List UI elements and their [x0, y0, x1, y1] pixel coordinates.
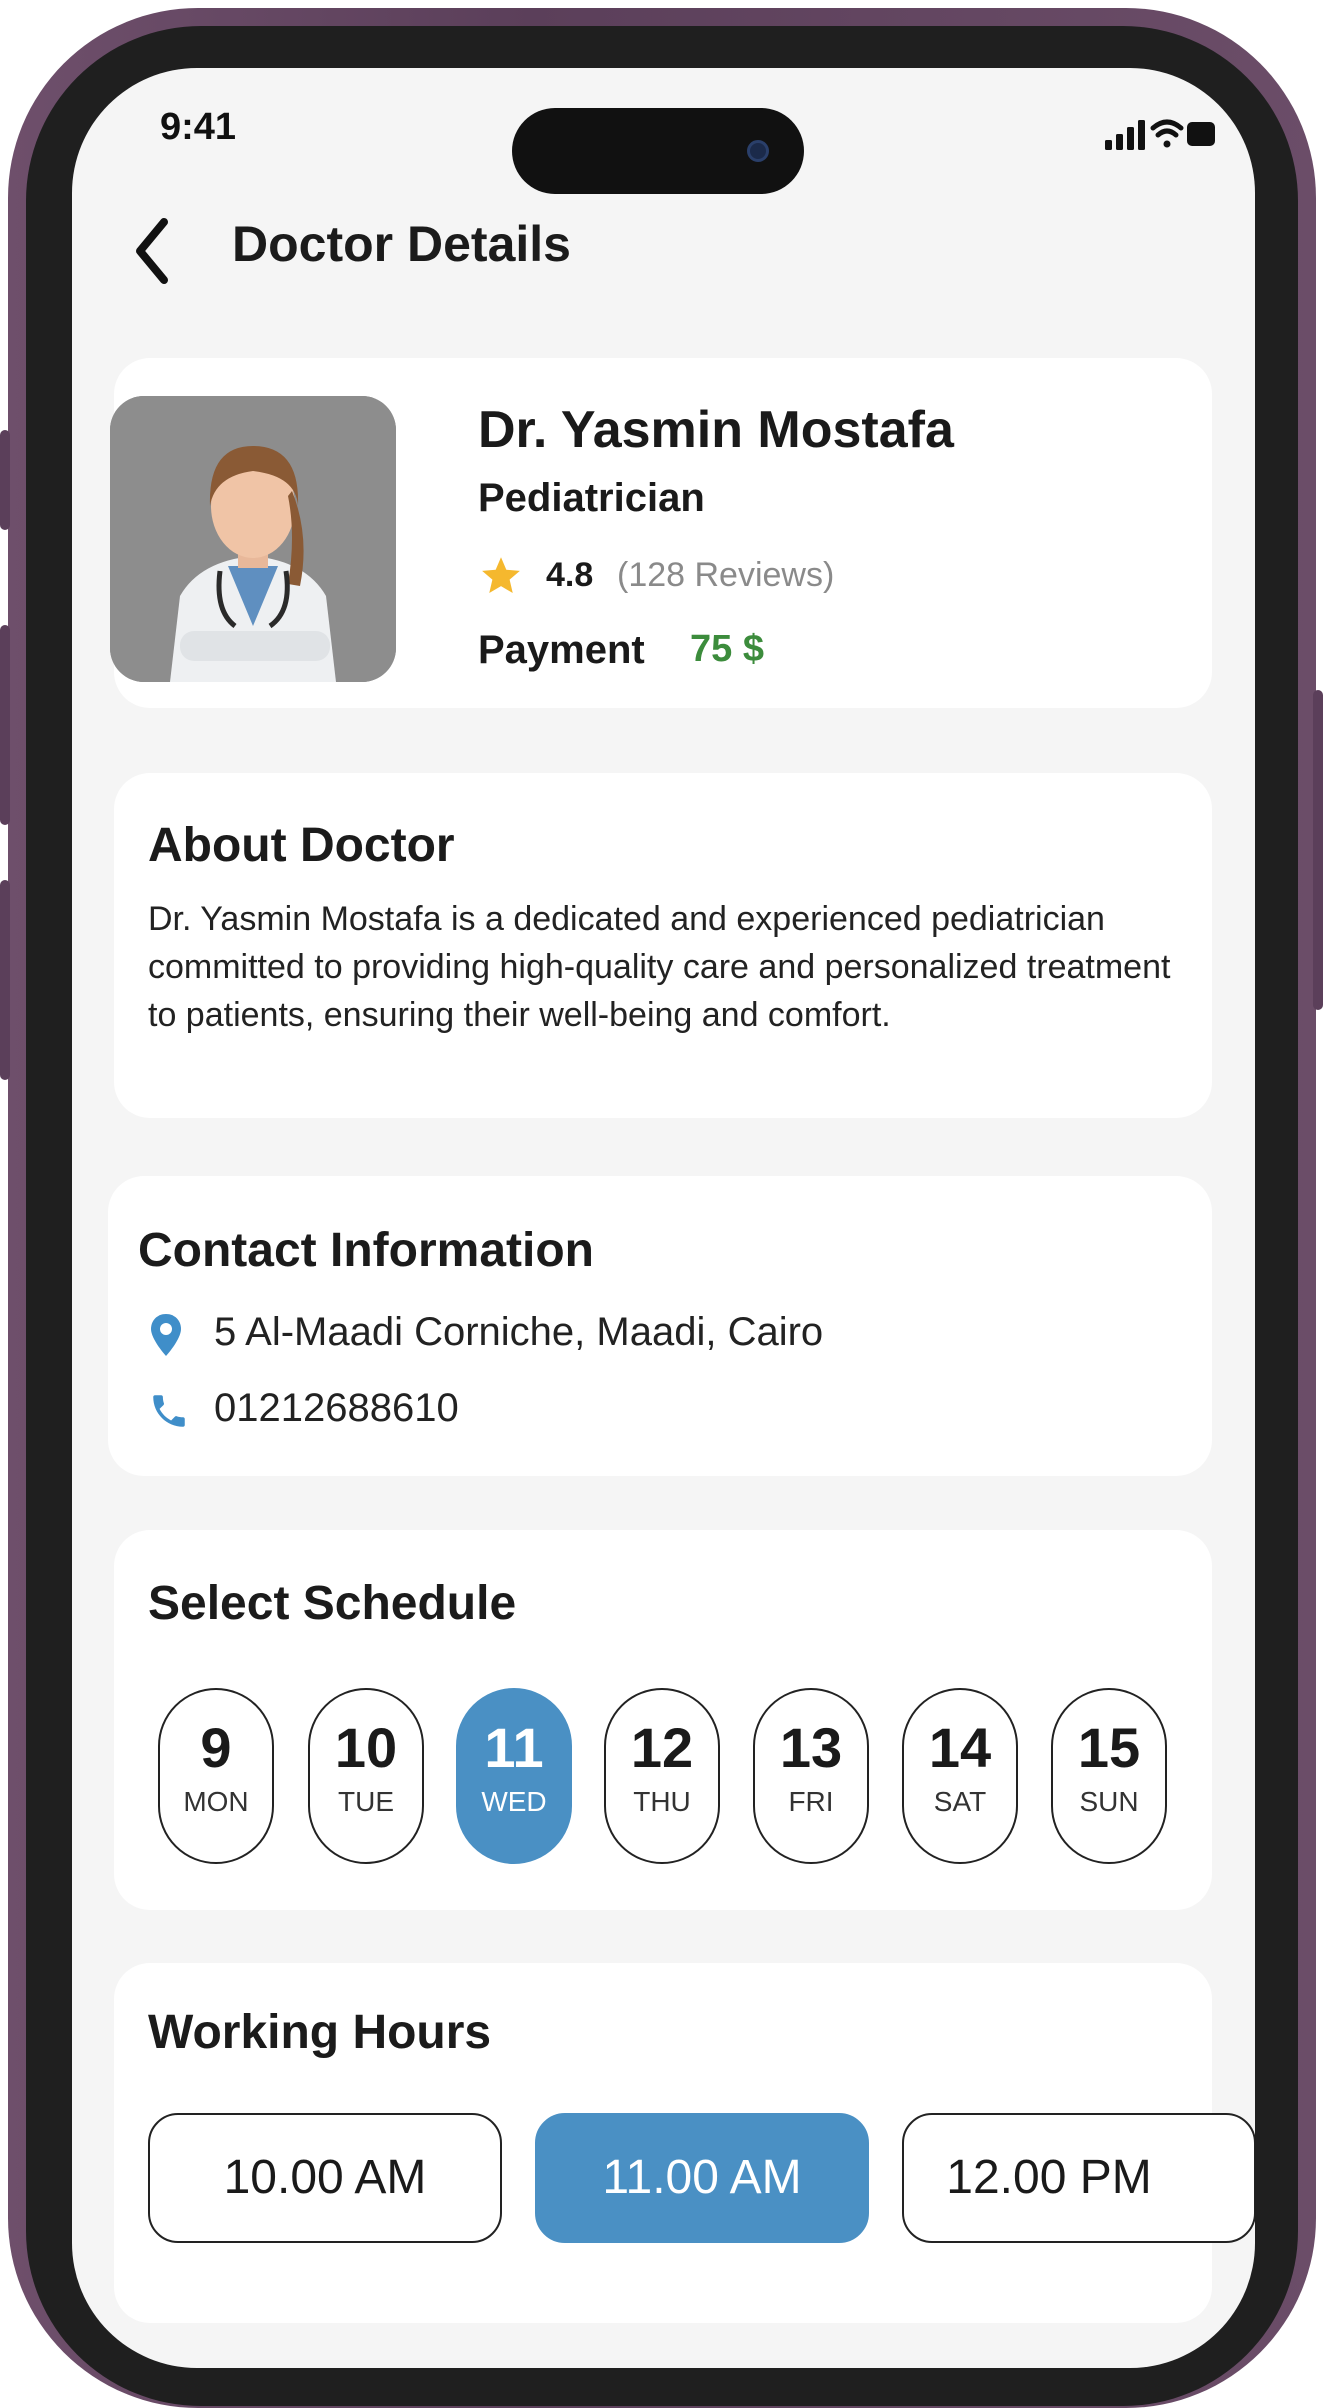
signal-icon — [1105, 120, 1145, 150]
day-pill[interactable]: 13 FRI — [753, 1688, 869, 1864]
contact-title: Contact Information — [138, 1224, 594, 1277]
status-icons — [1105, 119, 1215, 150]
day-number: 15 — [1077, 1716, 1141, 1779]
location-pin-icon — [151, 1314, 181, 1356]
chevron-left-icon[interactable] — [132, 216, 172, 286]
doctor-name: Dr. Yasmin Mostafa — [478, 401, 954, 459]
about-text: Dr. Yasmin Mostafa is a dedicated and ex… — [148, 900, 1171, 1034]
time-slot-button-selected[interactable]: 11.00 AM — [535, 2113, 869, 2243]
day-pill-selected[interactable]: 11 WED — [456, 1688, 572, 1864]
day-number: 11 — [484, 1716, 544, 1779]
doctor-photo — [110, 396, 396, 682]
contact-phone[interactable]: 01212688610 — [214, 1386, 459, 1431]
battery-icon — [1187, 122, 1215, 146]
side-button-power — [1313, 690, 1323, 1010]
status-time: 9:41 — [160, 106, 237, 148]
day-name: THU — [633, 1786, 691, 1817]
day-name: SAT — [933, 1786, 987, 1817]
side-button-volume-up — [0, 625, 10, 825]
day-pill[interactable]: 9 MON — [158, 1688, 274, 1864]
day-name: WED — [481, 1786, 547, 1817]
wifi-icon — [1150, 119, 1184, 148]
day-number: 12 — [630, 1716, 694, 1779]
day-number: 13 — [779, 1716, 843, 1779]
phone-icon — [153, 1395, 185, 1427]
payment-value: 75 $ — [690, 628, 764, 670]
contact-address[interactable]: 5 Al-Maadi Corniche, Maadi, Cairo — [214, 1310, 823, 1355]
doctor-avatar-illustration — [110, 396, 396, 682]
day-name: FRI — [788, 1786, 834, 1817]
working-hours-title: Working Hours — [148, 2006, 492, 2059]
phone-screen: 9:41 Doctor Details Dr. Yasmin Mostafa P… — [72, 68, 1255, 2368]
day-number: 9 — [200, 1716, 232, 1779]
side-button-volume-down — [0, 880, 10, 1080]
doctor-rating: 4.8 — [546, 556, 594, 594]
camera-icon — [747, 140, 769, 162]
star-icon — [482, 557, 520, 594]
time-slot-button[interactable]: 12.00 PM — [902, 2113, 1255, 2243]
day-name: SUN — [1079, 1786, 1139, 1817]
page-title: Doctor Details — [232, 216, 571, 272]
day-number: 14 — [928, 1716, 992, 1779]
payment-label: Payment — [478, 628, 645, 672]
about-title: About Doctor — [148, 819, 455, 872]
day-pill[interactable]: 10 TUE — [308, 1688, 424, 1864]
day-number: 10 — [334, 1716, 398, 1779]
day-pill[interactable]: 12 THU — [604, 1688, 720, 1864]
day-pill[interactable]: 15 SUN — [1051, 1688, 1167, 1864]
doctor-reviews-count[interactable]: (128 Reviews) — [617, 556, 834, 595]
time-slot-button[interactable]: 10.00 AM — [148, 2113, 502, 2243]
dynamic-island — [512, 108, 804, 194]
side-button-mute — [0, 430, 10, 530]
schedule-title: Select Schedule — [148, 1577, 517, 1630]
doctor-specialty: Pediatrician — [478, 476, 705, 520]
day-name: MON — [183, 1786, 249, 1817]
day-name: TUE — [338, 1786, 394, 1817]
day-pill[interactable]: 14 SAT — [902, 1688, 1018, 1864]
